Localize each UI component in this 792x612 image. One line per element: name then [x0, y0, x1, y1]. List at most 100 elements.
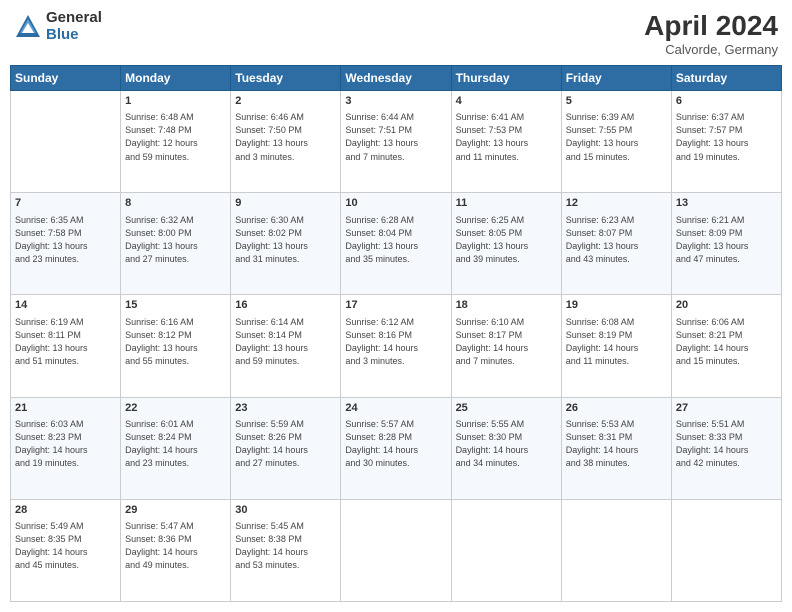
day-info: Sunrise: 5:51 AM Sunset: 8:33 PM Dayligh… [676, 418, 777, 470]
day-info: Sunrise: 6:48 AM Sunset: 7:48 PM Dayligh… [125, 111, 226, 163]
calendar-cell: 30 Sunrise: 5:45 AM Sunset: 8:38 PM Dayli… [231, 499, 341, 601]
calendar-cell [451, 499, 561, 601]
month-title: April 2024 [644, 10, 778, 42]
week-row-1: 1 Sunrise: 6:48 AM Sunset: 7:48 PM Daylig… [11, 91, 782, 193]
weekday-header-friday: Friday [561, 66, 671, 91]
day-number: 15 [125, 298, 226, 313]
day-info: Sunrise: 5:47 AM Sunset: 8:36 PM Dayligh… [125, 520, 226, 572]
calendar-cell: 7 Sunrise: 6:35 AM Sunset: 7:58 PM Daylig… [11, 193, 121, 295]
day-number: 30 [235, 503, 336, 518]
day-number: 4 [456, 94, 557, 109]
calendar-cell: 29 Sunrise: 5:47 AM Sunset: 8:36 PM Dayli… [121, 499, 231, 601]
calendar-cell: 2Sunrise: 6:46 AM Sunset: 7:50 PM Daylig… [231, 91, 341, 193]
day-number: 13 [676, 196, 777, 211]
day-number: 7 [15, 196, 116, 211]
week-row-4: 21 Sunrise: 6:03 AM Sunset: 8:23 PM Dayli… [11, 397, 782, 499]
day-number: 10 [345, 196, 446, 211]
calendar-cell: 23 Sunrise: 5:59 AM Sunset: 8:26 PM Dayli… [231, 397, 341, 499]
day-number: 2 [235, 94, 336, 109]
calendar-cell: 26 Sunrise: 5:53 AM Sunset: 8:31 PM Dayli… [561, 397, 671, 499]
calendar-cell: 1 Sunrise: 6:48 AM Sunset: 7:48 PM Daylig… [121, 91, 231, 193]
day-number: 17 [345, 298, 446, 313]
day-number: 26 [566, 401, 667, 416]
day-info: Sunrise: 6:30 AM Sunset: 8:02 PM Dayligh… [235, 214, 336, 266]
day-number: 11 [456, 196, 557, 211]
day-info: Sunrise: 6:03 AM Sunset: 8:23 PM Dayligh… [15, 418, 116, 470]
day-info: Sunrise: 6:37 AM Sunset: 7:57 PM Dayligh… [676, 111, 777, 163]
week-row-2: 7 Sunrise: 6:35 AM Sunset: 7:58 PM Daylig… [11, 193, 782, 295]
calendar-cell: 17 Sunrise: 6:12 AM Sunset: 8:16 PM Dayli… [341, 295, 451, 397]
day-number: 1 [125, 94, 226, 109]
calendar-cell: 4 Sunrise: 6:41 AM Sunset: 7:53 PM Daylig… [451, 91, 561, 193]
weekday-header-monday: Monday [121, 66, 231, 91]
calendar-cell: 28Sunrise: 5:49 AM Sunset: 8:35 PM Dayli… [11, 499, 121, 601]
weekday-header-wednesday: Wednesday [341, 66, 451, 91]
day-number: 14 [15, 298, 116, 313]
calendar-cell: 11 Sunrise: 6:25 AM Sunset: 8:05 PM Dayli… [451, 193, 561, 295]
title-area: April 2024 Calvorde, Germany [644, 10, 778, 57]
day-number: 29 [125, 503, 226, 518]
day-info: Sunrise: 6:12 AM Sunset: 8:16 PM Dayligh… [345, 316, 446, 368]
day-number: 16 [235, 298, 336, 313]
logo-icon [14, 13, 42, 41]
day-info: Sunrise: 6:08 AM Sunset: 8:19 PM Dayligh… [566, 316, 667, 368]
calendar-cell: 24Sunrise: 5:57 AM Sunset: 8:28 PM Dayli… [341, 397, 451, 499]
calendar-cell: 12 Sunrise: 6:23 AM Sunset: 8:07 PM Dayli… [561, 193, 671, 295]
calendar-cell: 9Sunrise: 6:30 AM Sunset: 8:02 PM Daylig… [231, 193, 341, 295]
day-info: Sunrise: 6:14 AM Sunset: 8:14 PM Dayligh… [235, 316, 336, 368]
day-info: Sunrise: 5:59 AM Sunset: 8:26 PM Dayligh… [235, 418, 336, 470]
weekday-header-sunday: Sunday [11, 66, 121, 91]
calendar-cell: 18 Sunrise: 6:10 AM Sunset: 8:17 PM Dayli… [451, 295, 561, 397]
day-info: Sunrise: 5:45 AM Sunset: 8:38 PM Dayligh… [235, 520, 336, 572]
page: General Blue April 2024 Calvorde, German… [0, 0, 792, 612]
day-number: 12 [566, 196, 667, 211]
logo-text: General Blue [46, 10, 102, 43]
day-number: 24 [345, 401, 446, 416]
day-info: Sunrise: 6:35 AM Sunset: 7:58 PM Dayligh… [15, 214, 116, 266]
calendar-cell: 5 Sunrise: 6:39 AM Sunset: 7:55 PM Daylig… [561, 91, 671, 193]
weekday-header-tuesday: Tuesday [231, 66, 341, 91]
day-info: Sunrise: 5:53 AM Sunset: 8:31 PM Dayligh… [566, 418, 667, 470]
day-info: Sunrise: 6:44 AM Sunset: 7:51 PM Dayligh… [345, 111, 446, 163]
weekday-header-saturday: Saturday [671, 66, 781, 91]
day-info: Sunrise: 6:28 AM Sunset: 8:04 PM Dayligh… [345, 214, 446, 266]
day-info: Sunrise: 6:32 AM Sunset: 8:00 PM Dayligh… [125, 214, 226, 266]
day-number: 22 [125, 401, 226, 416]
day-number: 19 [566, 298, 667, 313]
weekday-header-thursday: Thursday [451, 66, 561, 91]
day-info: Sunrise: 6:21 AM Sunset: 8:09 PM Dayligh… [676, 214, 777, 266]
day-number: 8 [125, 196, 226, 211]
calendar-cell: 8 Sunrise: 6:32 AM Sunset: 8:00 PM Daylig… [121, 193, 231, 295]
day-number: 3 [345, 94, 446, 109]
calendar-cell: 27 Sunrise: 5:51 AM Sunset: 8:33 PM Dayli… [671, 397, 781, 499]
day-number: 23 [235, 401, 336, 416]
day-info: Sunrise: 6:01 AM Sunset: 8:24 PM Dayligh… [125, 418, 226, 470]
day-info: Sunrise: 6:41 AM Sunset: 7:53 PM Dayligh… [456, 111, 557, 163]
day-info: Sunrise: 6:06 AM Sunset: 8:21 PM Dayligh… [676, 316, 777, 368]
day-number: 18 [456, 298, 557, 313]
day-number: 5 [566, 94, 667, 109]
calendar-cell: 25Sunrise: 5:55 AM Sunset: 8:30 PM Dayli… [451, 397, 561, 499]
calendar-cell: 15 Sunrise: 6:16 AM Sunset: 8:12 PM Dayli… [121, 295, 231, 397]
calendar-cell: 6 Sunrise: 6:37 AM Sunset: 7:57 PM Daylig… [671, 91, 781, 193]
day-number: 27 [676, 401, 777, 416]
logo-blue-label: Blue [46, 27, 102, 44]
calendar-cell: 21 Sunrise: 6:03 AM Sunset: 8:23 PM Dayli… [11, 397, 121, 499]
day-info: Sunrise: 6:16 AM Sunset: 8:12 PM Dayligh… [125, 316, 226, 368]
calendar-cell [561, 499, 671, 601]
day-info: Sunrise: 6:19 AM Sunset: 8:11 PM Dayligh… [15, 316, 116, 368]
calendar-cell: 22 Sunrise: 6:01 AM Sunset: 8:24 PM Dayli… [121, 397, 231, 499]
day-info: Sunrise: 6:10 AM Sunset: 8:17 PM Dayligh… [456, 316, 557, 368]
calendar-cell: 20Sunrise: 6:06 AM Sunset: 8:21 PM Dayli… [671, 295, 781, 397]
calendar: SundayMondayTuesdayWednesdayThursdayFrid… [10, 65, 782, 602]
day-info: Sunrise: 6:39 AM Sunset: 7:55 PM Dayligh… [566, 111, 667, 163]
day-info: Sunrise: 6:25 AM Sunset: 8:05 PM Dayligh… [456, 214, 557, 266]
calendar-cell: 3 Sunrise: 6:44 AM Sunset: 7:51 PM Daylig… [341, 91, 451, 193]
calendar-cell: 13 Sunrise: 6:21 AM Sunset: 8:09 PM Dayli… [671, 193, 781, 295]
calendar-cell [341, 499, 451, 601]
day-number: 6 [676, 94, 777, 109]
day-number: 21 [15, 401, 116, 416]
logo: General Blue [14, 10, 102, 43]
calendar-cell: 14 Sunrise: 6:19 AM Sunset: 8:11 PM Dayli… [11, 295, 121, 397]
day-info: Sunrise: 6:23 AM Sunset: 8:07 PM Dayligh… [566, 214, 667, 266]
